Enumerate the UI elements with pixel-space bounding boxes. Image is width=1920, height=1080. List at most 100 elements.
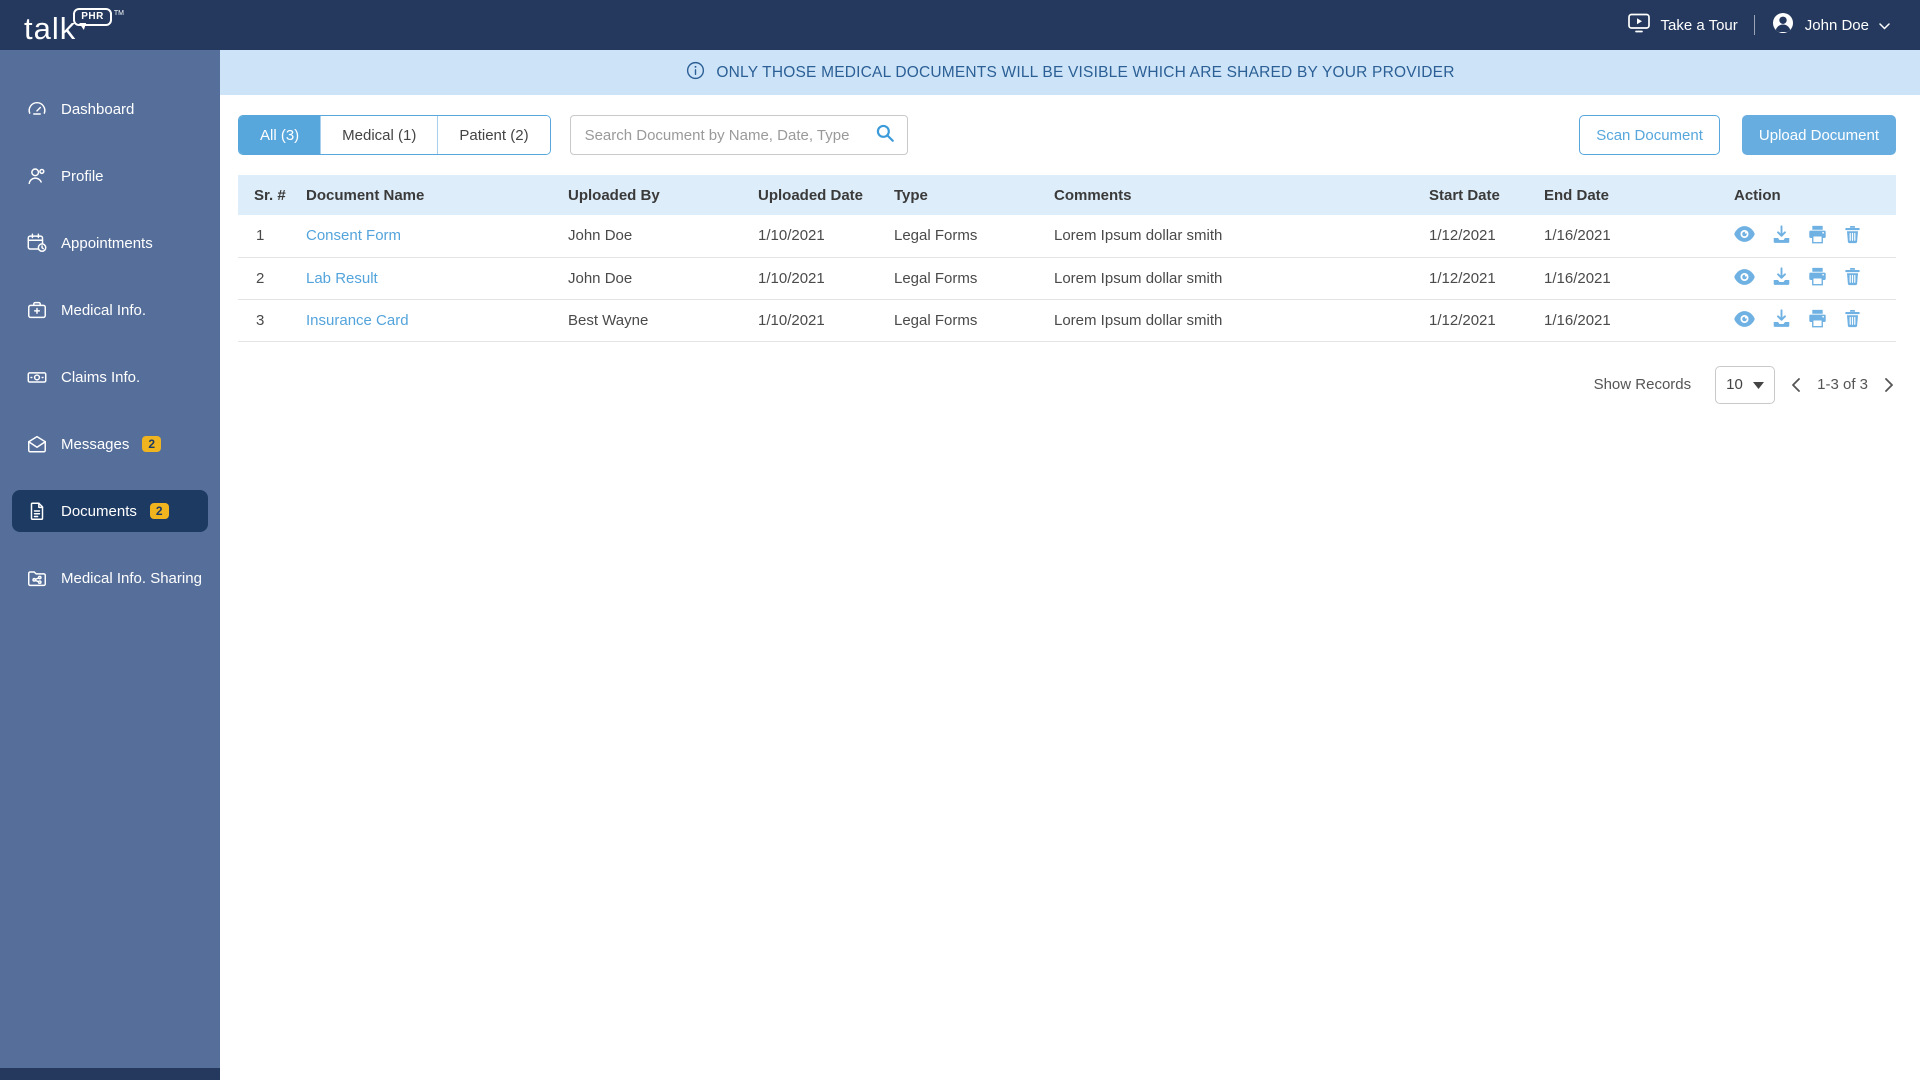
print-document-button[interactable] [1808, 225, 1827, 247]
user-name: John Doe [1804, 16, 1869, 34]
main-area: ONLY THOSE MEDICAL DOCUMENTS WILL BE VIS… [220, 50, 1920, 1080]
sidebar-item-label: Documents [61, 502, 137, 520]
cell-start-date: 1/12/2021 [1421, 215, 1536, 258]
cell-document-name: Lab Result [298, 257, 560, 300]
page-size-value: 10 [1726, 376, 1743, 393]
table-header-row: Sr. # Document Name Uploaded By Uploaded… [238, 175, 1896, 215]
caret-down-icon [1753, 376, 1765, 393]
view-document-button[interactable] [1734, 310, 1755, 330]
cell-document-name: Insurance Card [298, 299, 560, 342]
sidebar-item-profile[interactable]: Profile [12, 155, 208, 197]
sidebar-item-label: Appointments [61, 234, 153, 252]
sidebar-item-documents[interactable]: Documents 2 [12, 490, 208, 532]
delete-document-button[interactable] [1844, 309, 1861, 331]
search-icon[interactable] [875, 123, 895, 148]
cell-uploaded-by: Best Wayne [560, 299, 750, 342]
print-document-button[interactable] [1808, 267, 1827, 289]
scan-document-button[interactable]: Scan Document [1579, 115, 1720, 155]
download-document-button[interactable] [1772, 309, 1791, 331]
app-window: talk PHR TM Take a Tour John Doe Dashboa… [0, 0, 1920, 1080]
view-eye-icon [1734, 226, 1755, 245]
print-document-button[interactable] [1808, 309, 1827, 331]
cell-document-name: Consent Form [298, 215, 560, 258]
delete-trash-icon [1844, 309, 1861, 331]
messages-count-badge: 2 [142, 436, 162, 452]
print-icon [1808, 309, 1827, 331]
download-document-button[interactable] [1772, 225, 1791, 247]
delete-trash-icon [1844, 267, 1861, 289]
download-document-button[interactable] [1772, 267, 1791, 289]
sidebar-item-claims-info[interactable]: Claims Info. [12, 356, 208, 398]
sidebar-nav: Dashboard Profile Appointments Medical I… [0, 50, 220, 1080]
user-menu[interactable]: John Doe [1771, 11, 1890, 39]
medical-case-plus-icon [26, 299, 48, 321]
tab-patient[interactable]: Patient (2) [438, 116, 550, 154]
delete-document-button[interactable] [1844, 267, 1861, 289]
page-body: Dashboard Profile Appointments Medical I… [0, 50, 1920, 1080]
delete-document-button[interactable] [1844, 225, 1861, 247]
cell-sr: 2 [238, 257, 298, 300]
top-bar: talk PHR TM Take a Tour John Doe [0, 0, 1920, 50]
document-name-link[interactable]: Lab Result [306, 270, 378, 287]
take-a-tour-button[interactable]: Take a Tour [1627, 13, 1738, 37]
cell-start-date: 1/12/2021 [1421, 257, 1536, 300]
topbar-divider [1753, 15, 1755, 35]
cell-uploaded-date: 1/10/2021 [750, 215, 886, 258]
logo-trademark: TM [113, 10, 124, 17]
previous-page-button[interactable] [1789, 375, 1803, 395]
cell-uploaded-date: 1/10/2021 [750, 299, 886, 342]
column-header-start-date: Start Date [1421, 175, 1536, 215]
table-row: 3 Insurance Card Best Wayne 1/10/2021 Legal … [238, 299, 1896, 342]
view-document-button[interactable] [1734, 226, 1755, 245]
cell-end-date: 1/16/2021 [1536, 215, 1726, 258]
talkphr-logo[interactable]: talk PHR TM [24, 6, 124, 44]
banknote-icon [26, 366, 48, 388]
cell-comments: Lorem Ipsum dollar smith [1046, 257, 1421, 300]
video-tour-icon [1627, 13, 1651, 37]
sidebar-item-label: Medical Info. [61, 301, 147, 319]
column-header-action: Action [1726, 175, 1896, 215]
row-actions [1734, 225, 1888, 247]
download-icon [1772, 225, 1791, 247]
take-a-tour-label: Take a Tour [1660, 16, 1738, 34]
chevron-down-icon [1879, 17, 1890, 34]
upload-document-button[interactable]: Upload Document [1741, 115, 1896, 155]
document-name-link[interactable]: Consent Form [306, 227, 401, 244]
cell-uploaded-date: 1/10/2021 [750, 257, 886, 300]
view-eye-icon [1734, 268, 1755, 288]
column-header-sr: Sr. # [238, 175, 298, 215]
logo-word: talk [24, 11, 77, 46]
calendar-clock-icon [26, 232, 48, 254]
search-input[interactable] [582, 125, 875, 145]
tab-medical[interactable]: Medical (1) [321, 116, 439, 154]
documents-content: All (3) Medical (1) Patient (2) Search D… [220, 95, 1920, 1080]
cell-actions [1726, 257, 1896, 300]
profile-person-icon [26, 165, 48, 187]
cell-start-date: 1/12/2021 [1421, 299, 1536, 342]
sidebar-item-appointments[interactable]: Appointments [12, 222, 208, 264]
sidebar-item-dashboard[interactable]: Dashboard [12, 88, 208, 130]
sidebar-item-label: Dashboard [61, 100, 135, 118]
print-icon [1808, 225, 1827, 247]
sidebar-item-medical-info-sharing[interactable]: Medical Info. Sharing [12, 557, 208, 599]
next-page-button[interactable] [1882, 375, 1896, 395]
document-name-link[interactable]: Insurance Card [306, 312, 409, 329]
sidebar-item-messages[interactable]: Messages 2 [12, 423, 208, 465]
folder-share-icon [26, 567, 48, 589]
row-actions [1734, 309, 1888, 331]
sidebar-item-medical-info[interactable]: Medical Info. [12, 289, 208, 331]
page-size-select[interactable]: 10 [1715, 365, 1776, 404]
info-circle-icon [685, 60, 706, 86]
cell-type: Legal Forms [886, 257, 1046, 300]
download-icon [1772, 309, 1791, 331]
tab-all[interactable]: All (3) [239, 116, 322, 154]
document-search-box [569, 115, 908, 155]
cell-actions [1726, 215, 1896, 258]
cell-end-date: 1/16/2021 [1536, 299, 1726, 342]
user-avatar-icon [1771, 11, 1795, 39]
column-header-document-name: Document Name [298, 175, 560, 215]
document-filter-tabs: All (3) Medical (1) Patient (2) [238, 115, 551, 155]
envelope-icon [26, 433, 48, 455]
view-document-button[interactable] [1734, 268, 1755, 288]
cell-type: Legal Forms [886, 215, 1046, 258]
